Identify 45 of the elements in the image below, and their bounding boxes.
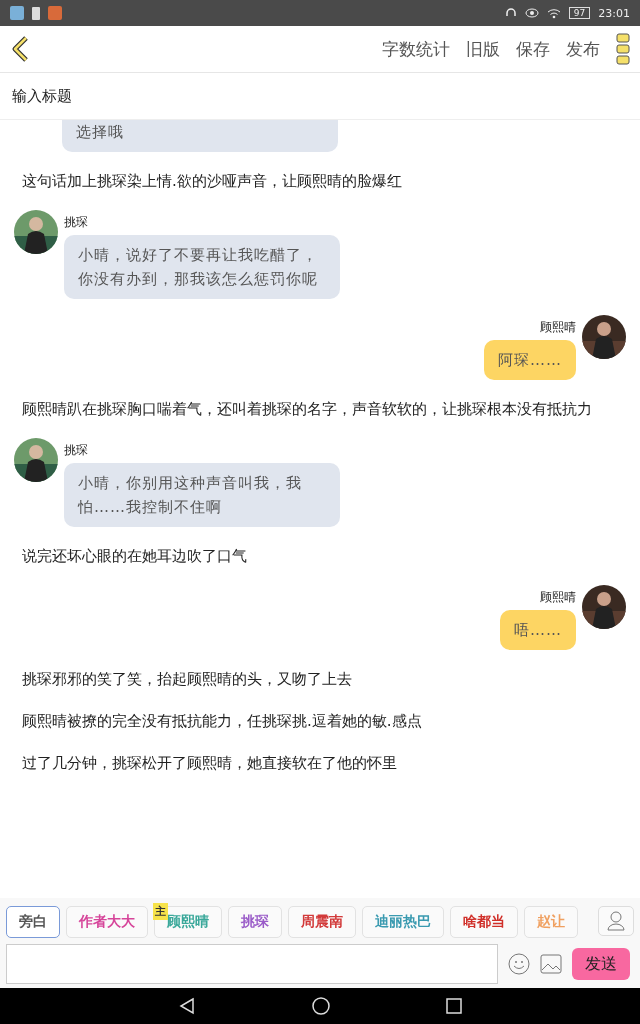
narration-text: 挑琛邪邪的笑了笑，抬起顾熙晴的头，又吻了上去 <box>22 669 353 690</box>
sender-name: 顾熙晴 <box>540 319 576 336</box>
lead-badge: 主 <box>153 903 168 920</box>
back-nav-icon[interactable] <box>178 997 196 1015</box>
role-chip[interactable]: 迪丽热巴 <box>362 906 444 938</box>
role-chip[interactable]: 作者大大 <box>66 906 148 938</box>
message-bubble: 唔…… <box>500 610 576 650</box>
person-icon <box>607 911 625 931</box>
emoji-icon[interactable] <box>508 953 531 975</box>
more-icon[interactable] <box>616 33 630 65</box>
recents-nav-icon[interactable] <box>446 998 462 1014</box>
toolbar-action[interactable]: 旧版 <box>466 37 500 61</box>
home-nav-icon[interactable] <box>312 997 330 1015</box>
toolbar-action[interactable]: 保存 <box>516 37 550 61</box>
app-icon <box>10 6 24 20</box>
image-icon[interactable] <box>540 954 563 974</box>
wifi-icon <box>546 7 561 19</box>
role-chip[interactable]: 啥都当 <box>450 906 518 938</box>
sender-name: 顾熙晴 <box>540 589 576 606</box>
toolbar-action[interactable]: 字数统计 <box>382 37 450 61</box>
battery-alert-icon <box>32 6 40 20</box>
narration-text: 过了几分钟，挑琛松开了顾熙晴，她直接软在了他的怀里 <box>22 753 398 774</box>
narration-text: 顾熙晴趴在挑琛胸口喘着气，还叫着挑琛的名字，声音软软的，让挑琛根本没有抵抗力 <box>22 399 593 420</box>
message-bubble: 小晴，你别用这种声音叫我，我怕……我控制不住啊 <box>64 463 340 527</box>
narration-text: 这句话加上挑琛染上情.欲的沙哑声音，让顾熙晴的脸爆红 <box>22 171 403 192</box>
clock: 23:01 <box>598 6 630 20</box>
eye-icon <box>524 8 539 18</box>
sender-name: 挑琛 <box>64 214 88 231</box>
send-button[interactable]: 发送 <box>572 948 630 980</box>
role-chip[interactable]: 周震南 <box>288 906 356 938</box>
narration-text: 顾熙晴被撩的完全没有抵抗能力，任挑琛挑.逗着她的敏.感点 <box>22 711 423 732</box>
message-bubble: 阿琛…… <box>484 340 576 380</box>
battery-level: 97 <box>568 7 591 19</box>
back-icon[interactable] <box>10 35 30 63</box>
role-chip[interactable]: 挑琛 <box>228 906 282 938</box>
message-bubble: 选择哦 <box>62 120 338 152</box>
role-chip[interactable]: 旁白 <box>6 906 60 938</box>
message-input[interactable] <box>6 944 499 984</box>
sender-name: 挑琛 <box>64 442 88 459</box>
toolbar-action[interactable]: 发布 <box>566 37 600 61</box>
headphones-icon <box>504 7 517 19</box>
narration-text: 说完还坏心眼的在她耳边吹了口气 <box>22 546 248 567</box>
person-button[interactable] <box>598 906 634 936</box>
app-icon <box>48 6 62 20</box>
message-bubble: 小晴，说好了不要再让我吃醋了，你没有办到，那我该怎么惩罚你呢 <box>64 235 340 299</box>
